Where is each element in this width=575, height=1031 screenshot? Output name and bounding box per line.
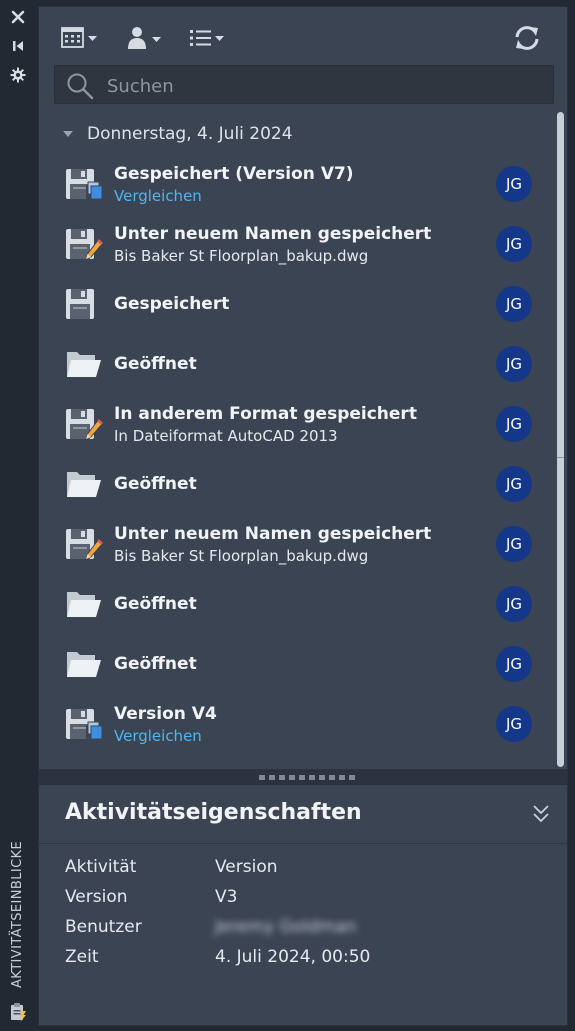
activity-panel: Donnerstag, 4. Juli 2024 Gespeichert (Ve… — [38, 6, 568, 1026]
open-folder-icon — [65, 346, 103, 382]
properties-title: Aktivitätseigenschaften — [65, 800, 362, 825]
user-avatar[interactable]: JG — [496, 706, 532, 742]
save-as-icon — [65, 226, 104, 262]
save-as-icon — [65, 406, 104, 442]
pin-icon[interactable] — [9, 37, 27, 55]
save-version-icon — [65, 166, 103, 202]
compare-link[interactable]: Vergleichen — [114, 727, 202, 745]
user-avatar[interactable]: JG — [496, 406, 532, 442]
property-key: Zeit — [65, 947, 99, 967]
splitter-grip-icon — [259, 775, 355, 780]
search-box[interactable] — [54, 65, 554, 104]
activity-title: Geöffnet — [114, 474, 197, 494]
scrollbar-divider — [557, 457, 564, 458]
open-folder-icon — [65, 586, 103, 622]
user-filter-icon — [128, 27, 161, 49]
user-avatar[interactable]: JG — [496, 166, 532, 202]
activity-item[interactable]: Gespeichert (Version V7) Vergleichen JG — [39, 154, 554, 214]
activity-item[interactable]: Unter neuem Namen gespeichert Bis Baker S… — [39, 514, 554, 574]
activity-title: Geöffnet — [114, 654, 197, 674]
date-group-header[interactable]: Donnerstag, 4. Juli 2024 — [63, 122, 293, 146]
date-group-label: Donnerstag, 4. Juli 2024 — [87, 124, 293, 144]
search-input[interactable] — [105, 72, 549, 100]
property-key: Aktivität — [65, 857, 137, 877]
activity-title: Unter neuem Namen gespeichert — [114, 224, 432, 244]
activity-item[interactable]: Geöffnet JG — [39, 454, 554, 514]
activity-insights-icon[interactable] — [9, 1003, 27, 1022]
activity-list: Donnerstag, 4. Juli 2024 Gespeichert (Ve… — [39, 112, 554, 770]
activity-item[interactable]: Geöffnet JG — [39, 634, 554, 694]
activity-item[interactable]: In anderem Format gespeichert In Dateifor… — [39, 394, 554, 454]
activity-title: Gespeichert (Version V7) — [114, 164, 354, 184]
property-value: V3 — [215, 887, 238, 907]
collapse-caret-icon — [63, 131, 73, 137]
list-filter-icon — [190, 30, 224, 46]
activity-item[interactable]: Version V4 Vergleichen JG — [39, 694, 554, 754]
user-avatar[interactable]: JG — [496, 526, 532, 562]
user-avatar[interactable]: JG — [496, 586, 532, 622]
activity-item[interactable]: Geöffnet JG — [39, 574, 554, 634]
refresh-button[interactable] — [513, 25, 541, 51]
user-avatar[interactable]: JG — [496, 286, 532, 322]
activity-item[interactable]: Unter neuem Namen gespeichert Bis Baker S… — [39, 214, 554, 274]
scrollbar[interactable] — [554, 112, 567, 770]
settings-icon[interactable] — [9, 66, 27, 84]
toolbar — [39, 7, 567, 65]
compare-link[interactable]: Vergleichen — [114, 187, 202, 205]
activity-title: In anderem Format gespeichert — [114, 404, 417, 424]
property-value: 4. Juli 2024, 00:50 — [215, 947, 371, 967]
search-icon — [67, 73, 94, 100]
user-avatar[interactable]: JG — [496, 346, 532, 382]
property-value: Version — [215, 857, 278, 877]
activity-detail: Bis Baker St Floorplan_bakup.dwg — [114, 247, 369, 265]
list-filter-button[interactable] — [189, 25, 227, 51]
open-folder-icon — [65, 646, 103, 682]
activity-title: Gespeichert — [114, 294, 230, 314]
collapse-chevron-icon[interactable] — [532, 804, 550, 824]
calendar-filter-button[interactable] — [61, 25, 99, 51]
save-icon — [65, 286, 103, 322]
sidebar-title: AKTIVITÄTSEINBLICKE — [10, 840, 25, 988]
pane-splitter[interactable] — [39, 769, 567, 785]
save-version-icon — [65, 706, 103, 742]
user-avatar[interactable]: JG — [496, 466, 532, 502]
property-key: Benutzer — [65, 917, 142, 937]
refresh-icon — [515, 26, 539, 50]
activity-item[interactable]: Gespeichert JG — [39, 274, 554, 334]
user-avatar[interactable]: JG — [496, 226, 532, 262]
activity-title: Geöffnet — [114, 354, 197, 374]
properties-divider — [39, 843, 567, 844]
property-value: Jeremy Goldman — [215, 917, 357, 937]
activity-title: Unter neuem Namen gespeichert — [114, 524, 432, 544]
calendar-filter-icon — [61, 27, 97, 48]
close-icon[interactable] — [9, 8, 27, 26]
open-folder-icon — [65, 466, 103, 502]
scrollbar-thumb[interactable] — [557, 112, 564, 767]
activity-item[interactable]: Geöffnet JG — [39, 334, 554, 394]
activity-title: Geöffnet — [114, 594, 197, 614]
save-as-icon — [65, 526, 104, 562]
activity-detail: In Dateiformat AutoCAD 2013 — [114, 427, 338, 445]
activity-detail: Bis Baker St Floorplan_bakup.dwg — [114, 547, 369, 565]
side-strip: AKTIVITÄTSEINBLICKE — [0, 0, 36, 1031]
user-filter-button[interactable] — [127, 25, 165, 51]
user-avatar[interactable]: JG — [496, 646, 532, 682]
property-key: Version — [65, 887, 128, 907]
activity-title: Version V4 — [114, 704, 217, 724]
